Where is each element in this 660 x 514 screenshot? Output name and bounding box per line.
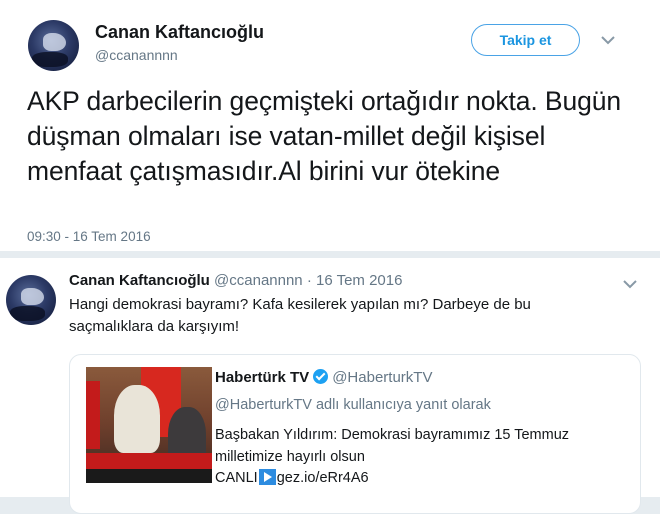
chevron-down-icon[interactable]: [622, 276, 638, 292]
timestamp[interactable]: 09:30 - 16 Tem 2016: [27, 229, 151, 244]
chevron-down-icon[interactable]: [600, 32, 616, 48]
quoted-tweet-header: Habertürk TV @HaberturkTV: [215, 369, 432, 386]
quoted-author-handle[interactable]: @HaberturkTV: [332, 369, 432, 386]
tweet-date[interactable]: 16 Tem 2016: [316, 272, 402, 289]
quoted-author-name[interactable]: Habertürk TV: [215, 369, 309, 386]
quoted-link[interactable]: gez.io/eRr4A6: [277, 470, 369, 486]
reply-context: @HaberturkTV adlı kullanıcıya yanıt olar…: [215, 397, 491, 413]
tweet-header: Canan Kaftancıoğlu @ccanannnn · 16 Tem 2…: [69, 272, 402, 289]
live-label: CANLI: [215, 470, 258, 486]
author-name[interactable]: Canan Kaftancıoğlu: [95, 22, 264, 43]
avatar[interactable]: [28, 20, 79, 71]
tweet-card-main: Canan Kaftancıoğlu @ccanannnn Takip et A…: [0, 0, 660, 251]
tweet-text: Hangi demokrasi bayramı? Kafa kesilerek …: [69, 296, 531, 335]
author-handle[interactable]: @ccanannnn: [95, 47, 178, 63]
quoted-tweet-text: Başbakan Yıldırım: Demokrasi bayramımız …: [215, 425, 625, 490]
verified-badge-icon: [313, 369, 329, 384]
play-icon: [258, 469, 276, 485]
tweet-text: AKP darbecilerin geçmişteki ortağıdır no…: [27, 86, 622, 186]
author-name[interactable]: Canan Kaftancıoğlu: [69, 272, 210, 289]
avatar[interactable]: [6, 275, 56, 325]
quoted-tweet-thumbnail[interactable]: [86, 367, 212, 483]
author-handle[interactable]: @ccanannnn: [214, 272, 303, 289]
quoted-tweet[interactable]: Habertürk TV @HaberturkTV @HaberturkTV ad…: [69, 354, 641, 514]
follow-button[interactable]: Takip et: [471, 24, 580, 56]
quoted-text-body: Başbakan Yıldırım: Demokrasi bayramımız …: [215, 427, 570, 465]
separator: ·: [306, 272, 312, 289]
